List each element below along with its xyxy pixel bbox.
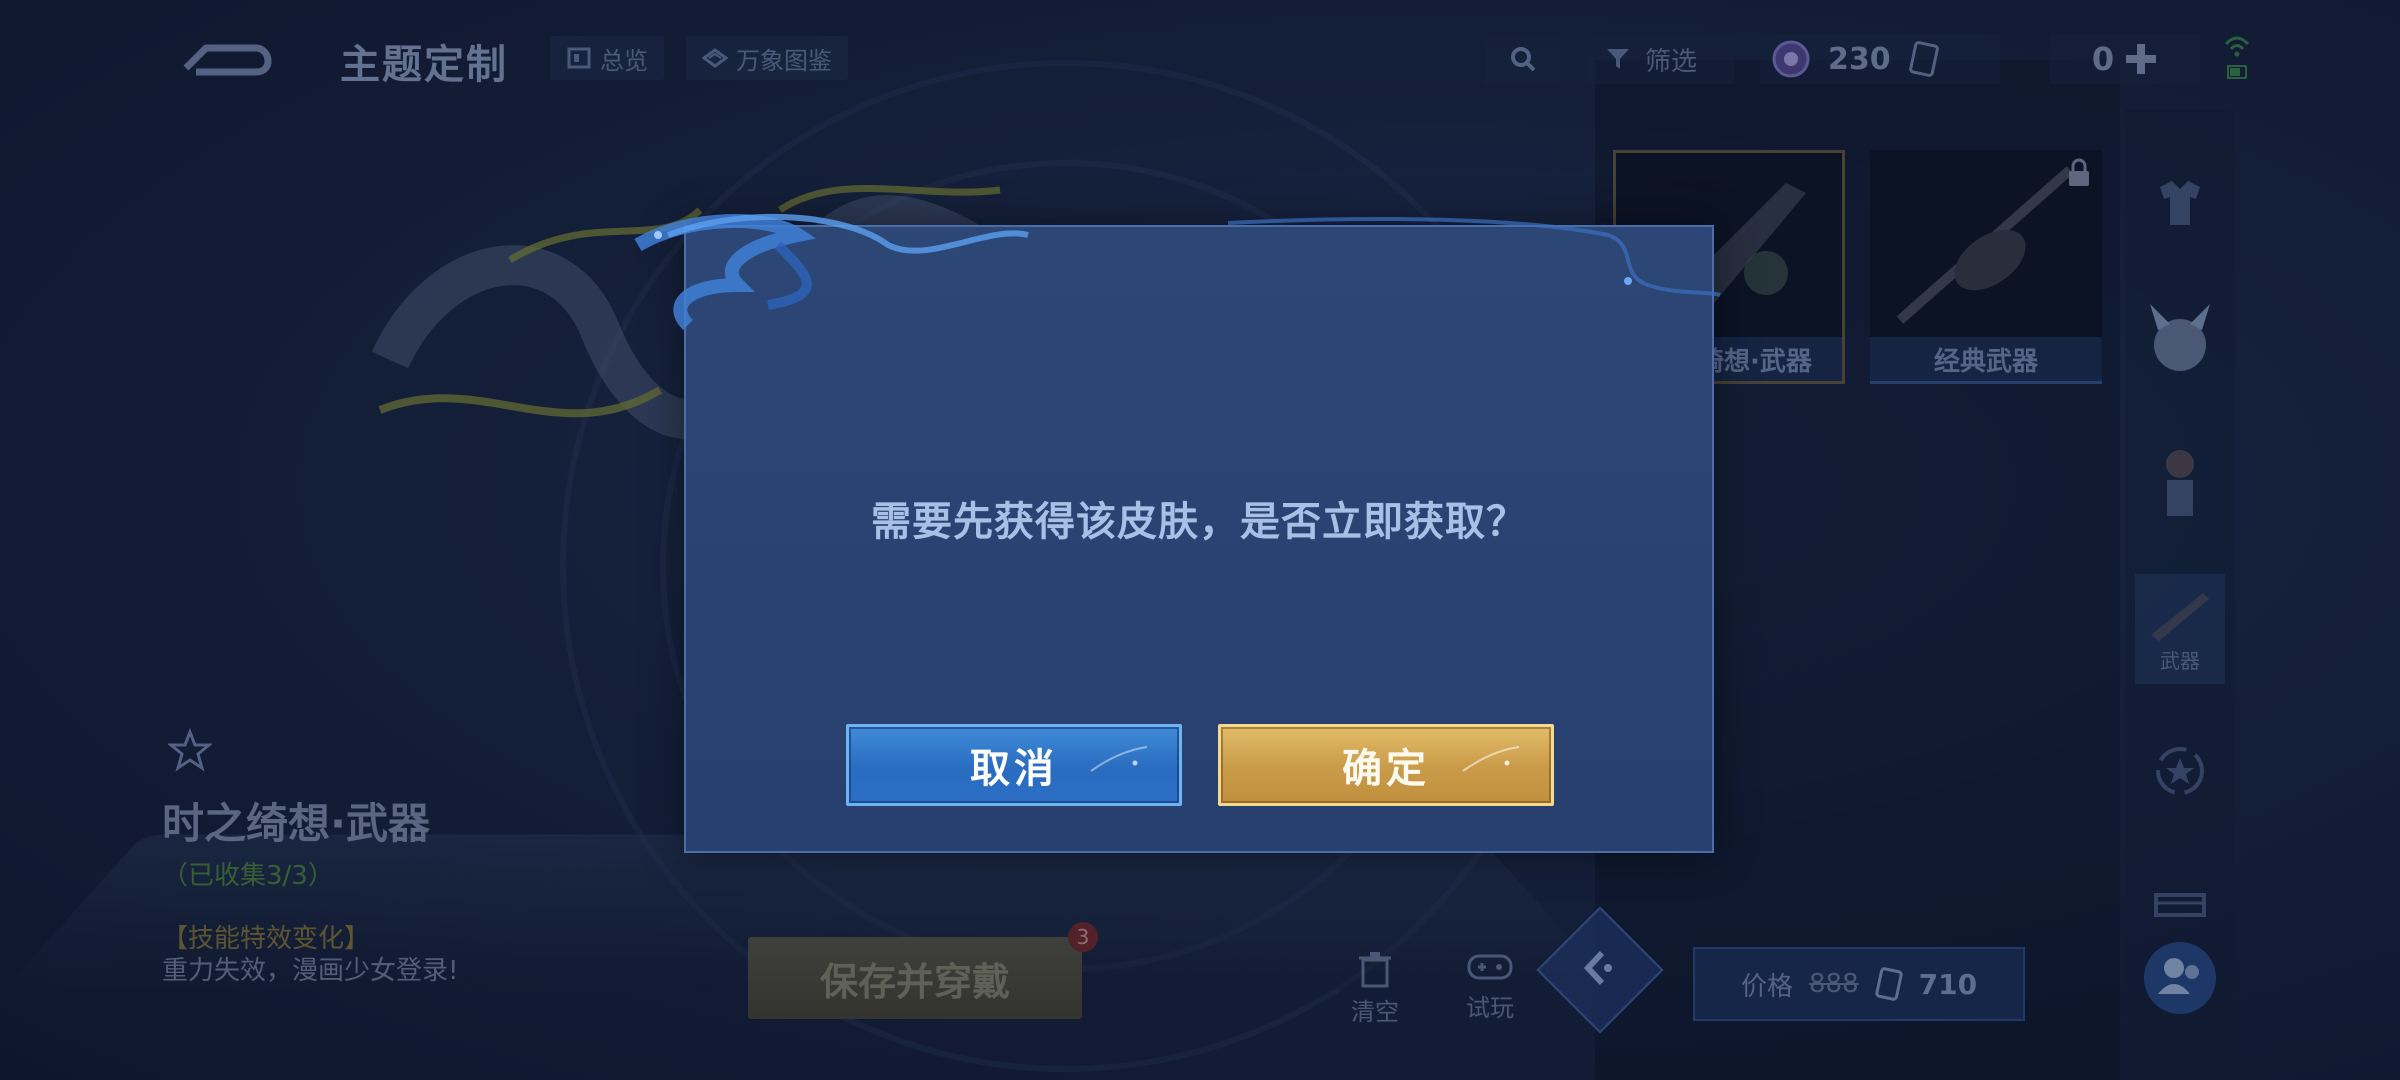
dialog-message: 需要先获得该皮肤，是否立即获取？: [686, 489, 1712, 547]
confirm-label: 确定: [1342, 736, 1430, 794]
confirm-button[interactable]: 确定: [1218, 724, 1554, 806]
dialog-cloud-decoration: [628, 205, 1728, 345]
cancel-label: 取消: [970, 736, 1058, 794]
button-sparkle-decoration: [1089, 741, 1149, 781]
button-sparkle-decoration: [1461, 741, 1521, 781]
cancel-button[interactable]: 取消: [846, 724, 1182, 806]
